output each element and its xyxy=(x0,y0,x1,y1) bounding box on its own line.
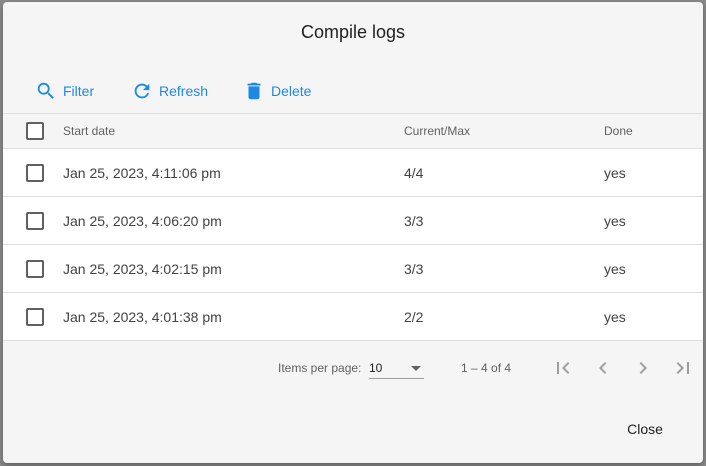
select-all-checkbox[interactable] xyxy=(26,122,44,140)
search-icon xyxy=(35,80,57,102)
cell-start-date: Jan 25, 2023, 4:01:38 pm xyxy=(63,308,222,325)
row-select-cell xyxy=(26,149,44,196)
paginator: Items per page: 10 1 – 4 of 4 xyxy=(3,340,703,392)
cell-done: yes xyxy=(604,212,626,229)
refresh-icon xyxy=(131,80,153,102)
next-page-button[interactable] xyxy=(631,356,655,380)
delete-button[interactable]: Delete xyxy=(243,78,311,104)
filter-label: Filter xyxy=(63,83,95,99)
cell-done: yes xyxy=(604,260,626,277)
trash-icon xyxy=(243,80,265,102)
chevron-left-icon xyxy=(599,362,607,374)
select-all-cell xyxy=(26,114,44,148)
items-per-page-select[interactable]: 10 xyxy=(369,354,424,379)
row-checkbox[interactable] xyxy=(26,307,44,326)
previous-page-button[interactable] xyxy=(591,356,615,380)
last-page-icon xyxy=(676,362,689,374)
row-checkbox[interactable] xyxy=(26,259,44,278)
cell-start-date: Jan 25, 2023, 4:11:06 pm xyxy=(63,164,221,181)
row-select-cell xyxy=(26,293,44,340)
first-page-icon xyxy=(557,362,570,374)
cell-current-max: 3/3 xyxy=(404,260,424,277)
cell-current-max: 2/2 xyxy=(404,308,424,325)
dropdown-caret-icon xyxy=(411,366,421,371)
header-done[interactable]: Done xyxy=(604,114,633,148)
table-row[interactable]: Jan 25, 2023, 4:02:15 pm 3/3 yes xyxy=(3,245,703,293)
close-button[interactable]: Close xyxy=(613,414,677,444)
dialog-title: Compile logs xyxy=(300,22,406,42)
header-start-date[interactable]: Start date xyxy=(63,114,115,148)
table-row[interactable]: Jan 25, 2023, 4:06:20 pm 3/3 yes xyxy=(3,197,703,245)
table-header: Start date Current/Max Done xyxy=(3,113,703,149)
range-label: 1 – 4 of 4 xyxy=(461,361,512,375)
chevron-right-icon xyxy=(639,362,647,374)
cell-start-date: Jan 25, 2023, 4:06:20 pm xyxy=(63,212,222,229)
toolbar: Filter Refresh Delete xyxy=(3,78,703,104)
delete-label: Delete xyxy=(271,83,312,99)
last-page-button[interactable] xyxy=(671,356,695,380)
filter-button[interactable]: Filter xyxy=(35,78,94,104)
items-per-page-value: 10 xyxy=(369,361,383,375)
cell-start-date: Jan 25, 2023, 4:02:15 pm xyxy=(63,260,222,277)
cell-current-max: 4/4 xyxy=(404,164,424,181)
header-current-max[interactable]: Current/Max xyxy=(404,114,470,148)
compile-logs-dialog: Compile logs Filter Refresh Delete Start… xyxy=(3,2,703,463)
first-page-button[interactable] xyxy=(551,356,575,380)
row-checkbox[interactable] xyxy=(26,211,44,230)
row-select-cell xyxy=(26,197,44,244)
compile-logs-table: Start date Current/Max Done Jan 25, 2023… xyxy=(3,113,703,341)
refresh-button[interactable]: Refresh xyxy=(131,78,208,104)
cell-current-max: 3/3 xyxy=(404,212,424,229)
items-per-page-label: Items per page: xyxy=(278,361,362,375)
table-row[interactable]: Jan 25, 2023, 4:01:38 pm 2/2 yes xyxy=(3,293,703,341)
cell-done: yes xyxy=(604,308,626,325)
row-checkbox[interactable] xyxy=(26,163,44,182)
refresh-label: Refresh xyxy=(159,83,209,99)
table-row[interactable]: Jan 25, 2023, 4:11:06 pm 4/4 yes xyxy=(3,149,703,197)
cell-done: yes xyxy=(604,164,626,181)
row-select-cell xyxy=(26,245,44,292)
